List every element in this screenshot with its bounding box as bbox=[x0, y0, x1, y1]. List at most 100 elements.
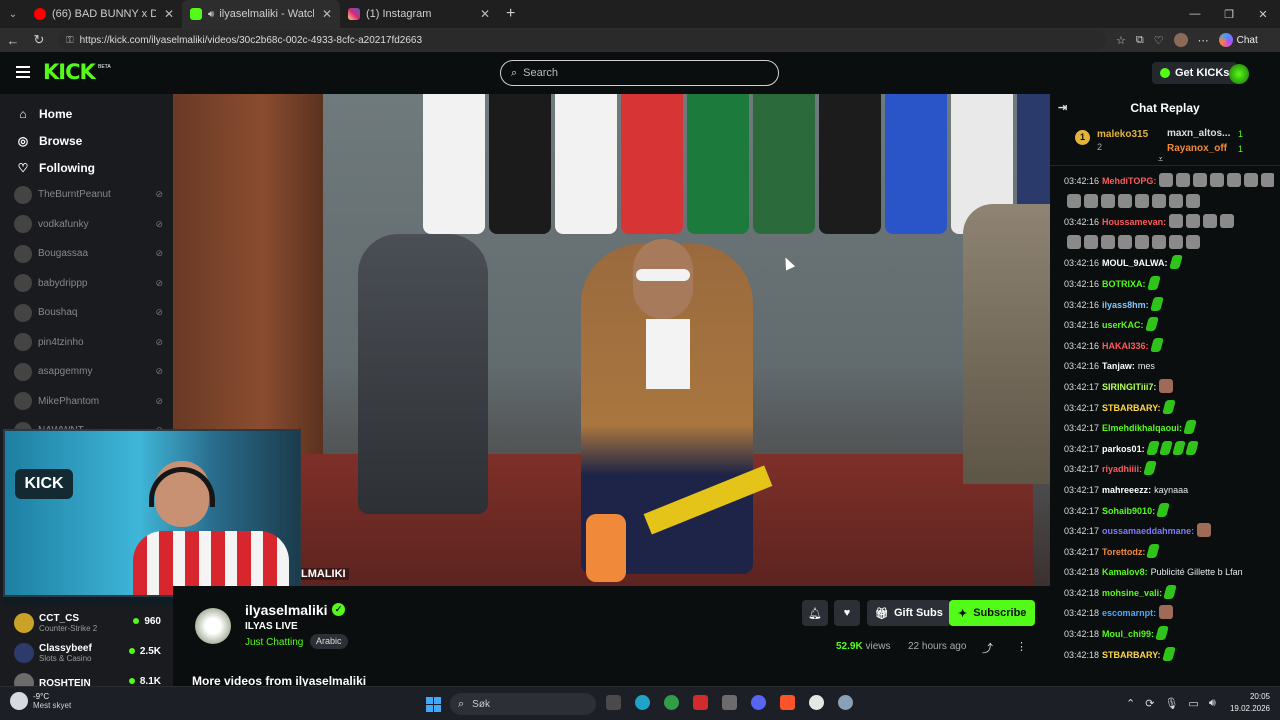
live-channel-item[interactable]: CCT_CS Counter-Strike 2 960 bbox=[0, 608, 173, 638]
chatgpt-icon[interactable] bbox=[809, 695, 824, 710]
taskbar-search[interactable]: ⌕ Søk bbox=[450, 693, 596, 715]
live-channel-text: CCT_CS Counter-Strike 2 bbox=[39, 613, 97, 633]
acrobat-icon[interactable] bbox=[693, 695, 708, 710]
chat-username[interactable]: MOUL_9ALWA: bbox=[1102, 258, 1168, 268]
chat-username[interactable]: Torettodz: bbox=[1102, 547, 1145, 557]
channel-item[interactable]: Boushaq ⊘ bbox=[0, 298, 173, 328]
browser-tab-1[interactable]: (66) BAD BUNNY x DRAKE - MÍA ( ✕ bbox=[26, 0, 182, 28]
browser-tab-2[interactable]: 🔊︎ ilyaselmaliki - Watch the VOD ✕ bbox=[182, 0, 340, 28]
chat-username[interactable]: escomarnpt: bbox=[1102, 608, 1156, 618]
gift-subs-button[interactable]: 🎁︎ Gift Subs bbox=[867, 600, 951, 626]
get-kicks-button[interactable]: Get KICKs bbox=[1152, 62, 1238, 84]
channel-item[interactable]: TheBurntPeanut ⊘ bbox=[0, 180, 173, 210]
file-explorer-icon[interactable] bbox=[606, 695, 621, 710]
chat-username[interactable]: MehdiTOPG: bbox=[1102, 176, 1156, 186]
maximize-icon[interactable]: ❐ bbox=[1212, 0, 1246, 28]
close-tab-icon[interactable]: ✕ bbox=[322, 7, 332, 21]
sync-icon[interactable]: ⟳ bbox=[1145, 697, 1154, 710]
chat-username[interactable]: STBARBARY: bbox=[1102, 403, 1161, 413]
discord-icon[interactable] bbox=[751, 695, 766, 710]
chat-username[interactable]: SIRINGITiii7: bbox=[1102, 382, 1156, 392]
new-tab-icon[interactable]: + bbox=[506, 5, 515, 23]
chat-username[interactable]: Elmehdikhalqaoui: bbox=[1102, 423, 1182, 433]
expand-leaderboard-icon[interactable]: ⩡ bbox=[1158, 154, 1163, 165]
collapse-chat-icon[interactable]: ⇥ bbox=[1058, 101, 1067, 114]
channel-item[interactable]: vodkafunky ⊘ bbox=[0, 210, 173, 240]
channel-item[interactable]: pin4tzinho ⊘ bbox=[0, 328, 173, 358]
close-tab-icon[interactable]: ✕ bbox=[164, 7, 174, 21]
tab-actions-icon[interactable]: ⌄ bbox=[0, 0, 26, 28]
video-player[interactable]: LMALIKI bbox=[173, 94, 1050, 586]
more-icon[interactable]: ⋯ bbox=[1198, 34, 1209, 47]
chat-username[interactable]: STBARBARY: bbox=[1102, 650, 1161, 660]
share-icon[interactable]: ⤴ bbox=[982, 640, 993, 656]
close-window-icon[interactable]: ✕ bbox=[1246, 0, 1280, 28]
chat-username[interactable]: userKAC: bbox=[1102, 320, 1144, 330]
url-field[interactable]: ⚿ https://kick.com/ilyaselmaliki/videos/… bbox=[58, 30, 1106, 50]
chat-username[interactable]: oussamaeddahmane: bbox=[1102, 526, 1194, 536]
user-avatar[interactable] bbox=[1229, 64, 1249, 84]
mic-icon[interactable]: 🎙︎ bbox=[1164, 697, 1178, 710]
collections-icon[interactable]: ♡ bbox=[1154, 34, 1164, 47]
chat-username[interactable]: mahreeezz: bbox=[1102, 485, 1151, 495]
weather-widget[interactable]: -9°C Mest skyet bbox=[10, 692, 71, 710]
channel-item[interactable]: asapgemmy ⊘ bbox=[0, 357, 173, 387]
channel-name[interactable]: ilyaselmaliki bbox=[245, 602, 328, 618]
chat-username[interactable]: riyadhiiii: bbox=[1102, 464, 1142, 474]
search-input[interactable]: ⌕ Search bbox=[500, 60, 779, 86]
xbox-icon[interactable] bbox=[664, 695, 679, 710]
stream-category[interactable]: Just Chatting bbox=[245, 637, 303, 648]
channel-avatar[interactable] bbox=[195, 608, 231, 644]
start-icon[interactable] bbox=[426, 697, 441, 712]
display-icon[interactable]: ▭ bbox=[1188, 697, 1198, 710]
profile-icon[interactable] bbox=[1173, 33, 1188, 47]
chat-username[interactable]: ilyass8hm: bbox=[1102, 300, 1149, 310]
stream-tag[interactable]: Arabic bbox=[310, 634, 348, 649]
copilot-chat-button[interactable]: Chat bbox=[1218, 33, 1258, 47]
more-options-icon[interactable]: ⋮ bbox=[1016, 640, 1027, 653]
chat-username[interactable]: parkos01: bbox=[1102, 444, 1145, 454]
speaker-icon[interactable]: 🔊︎ bbox=[208, 9, 214, 20]
chat-username[interactable]: mohsine_vali: bbox=[1102, 588, 1162, 598]
chat-username[interactable]: Kamalov8: bbox=[1102, 567, 1148, 577]
compass-icon: ◎ bbox=[17, 133, 29, 148]
sidebar-item-following[interactable]: ♡ Following bbox=[0, 154, 173, 181]
channel-item[interactable]: babydrippp ⊘ bbox=[0, 269, 173, 299]
refresh-icon[interactable]: ↻ bbox=[26, 32, 52, 48]
extensions-icon[interactable]: ⧉ bbox=[1136, 34, 1144, 47]
chat-username[interactable]: Tanjaw: bbox=[1102, 361, 1135, 371]
favorite-icon[interactable]: ☆ bbox=[1116, 34, 1126, 47]
follow-button[interactable]: ♥ bbox=[834, 600, 860, 626]
sidebar-item-home[interactable]: ⌂ Home bbox=[0, 100, 173, 127]
chevron-up-icon[interactable]: ⌃ bbox=[1126, 697, 1135, 710]
volume-icon[interactable]: 🔊︎ bbox=[1209, 697, 1216, 710]
site-info-icon[interactable]: ⚿ bbox=[66, 35, 74, 46]
leaderboard-user[interactable]: maxn_altos... bbox=[1167, 128, 1230, 139]
live-channel-item[interactable]: ROSHTEIN 8.1K bbox=[0, 668, 173, 686]
notification-bell-button[interactable]: 🔔︎ bbox=[802, 600, 828, 626]
chat-username[interactable]: BOTRIXA: bbox=[1102, 279, 1146, 289]
leaderboard-top-user[interactable]: maleko315 bbox=[1097, 129, 1148, 140]
close-tab-icon[interactable]: ✕ bbox=[480, 7, 490, 21]
edge-icon[interactable] bbox=[635, 695, 650, 710]
browser-tab-3[interactable]: (1) Instagram ✕ bbox=[340, 0, 498, 28]
clock[interactable]: 20:05 19.02.2026 bbox=[1226, 691, 1270, 715]
live-channel-item[interactable]: Classybeef Slots & Casino 2.5K bbox=[0, 638, 173, 668]
chat-username[interactable]: Houssamevan: bbox=[1102, 217, 1166, 227]
kick-logo[interactable]: KICK bbox=[43, 60, 96, 84]
chat-username[interactable]: HAKAI336: bbox=[1102, 341, 1149, 351]
subscribe-button[interactable]: ✦ Subscribe bbox=[949, 600, 1036, 626]
store-icon[interactable] bbox=[722, 695, 737, 710]
sidebar-item-browse[interactable]: ◎ Browse bbox=[0, 127, 173, 154]
settings-icon[interactable] bbox=[838, 695, 853, 710]
brave-icon[interactable] bbox=[780, 695, 795, 710]
back-icon[interactable]: ← bbox=[0, 33, 26, 48]
channel-name: Boushaq bbox=[38, 307, 78, 319]
chat-username[interactable]: Sohaib9010: bbox=[1102, 506, 1155, 516]
channel-item[interactable]: Bougassaa ⊘ bbox=[0, 239, 173, 269]
chat-username[interactable]: Moul_chi99: bbox=[1102, 629, 1154, 639]
menu-icon[interactable] bbox=[16, 66, 30, 81]
channel-item[interactable]: MikePhantom ⊘ bbox=[0, 387, 173, 417]
minimize-icon[interactable]: — bbox=[1178, 0, 1212, 28]
leaderboard-user[interactable]: Rayanox_off bbox=[1167, 143, 1227, 154]
